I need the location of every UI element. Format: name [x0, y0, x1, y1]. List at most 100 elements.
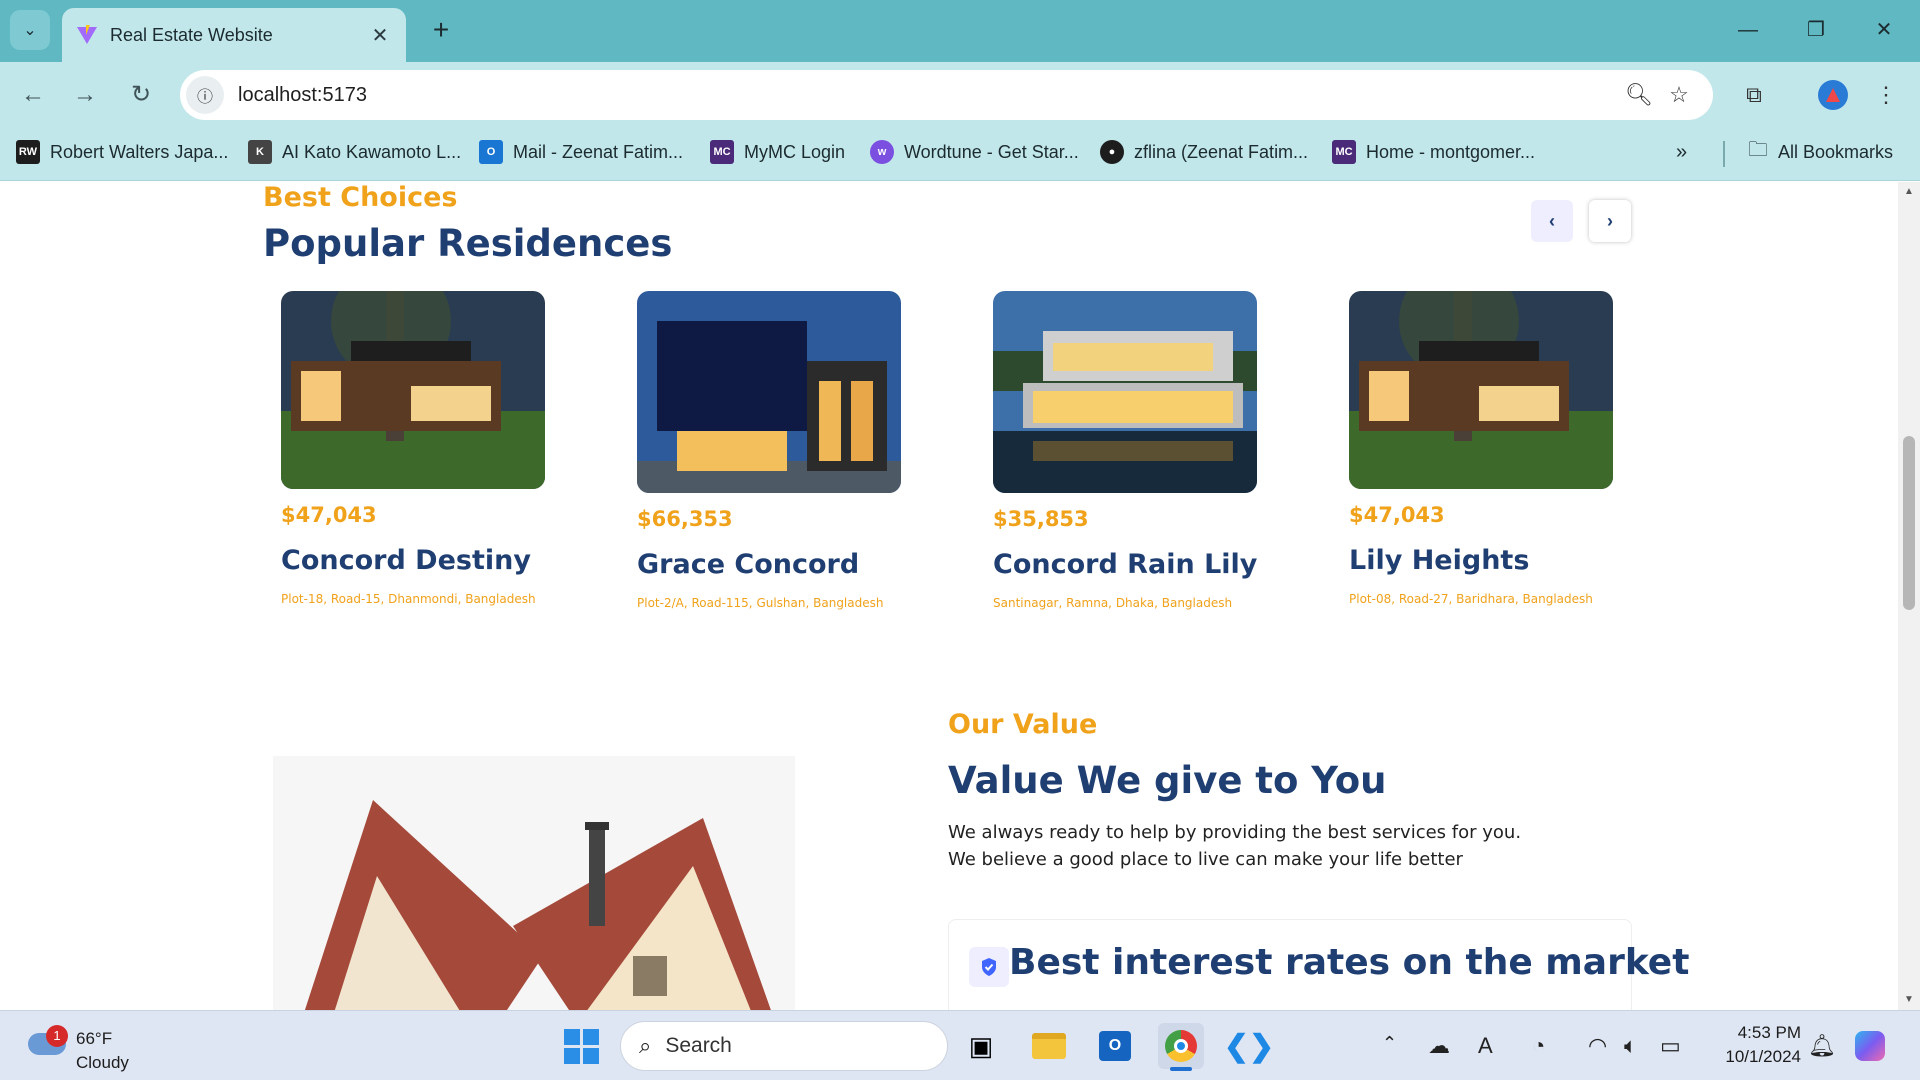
residence-price: $66,353 [637, 507, 733, 531]
bookmark-favicon-icon: MC [1332, 140, 1356, 164]
bookmark-item[interactable]: ● zflina (Zeenat Fatim... [1100, 137, 1308, 167]
bookmark-item[interactable]: O Mail - Zeenat Fatim... [479, 137, 683, 167]
bookmark-label: Robert Walters Japa... [50, 141, 229, 162]
residence-card[interactable]: $35,853 Concord Rain Lily Santinagar, Ra… [993, 291, 1257, 610]
menu-kebab-icon[interactable]: ⋮ [1866, 76, 1906, 114]
residence-price: $35,853 [993, 507, 1089, 531]
bookmark-star-icon[interactable]: ☆ [1659, 82, 1699, 108]
residence-card[interactable]: $66,353 Grace Concord Plot-2/A, Road-115… [637, 291, 901, 610]
active-app-indicator [1170, 1067, 1192, 1071]
volume-icon[interactable]: 🔈︎ [1624, 1033, 1637, 1059]
all-bookmarks-label: All Bookmarks [1778, 141, 1894, 162]
site-info-icon[interactable]: ⓘ [186, 76, 224, 114]
zoom-icon[interactable]: 🔍︎ [1619, 82, 1659, 108]
weather-widget[interactable]: 1 66°F Cloudy [22, 1019, 162, 1073]
profile-avatar[interactable] [1818, 80, 1848, 110]
task-view-icon[interactable]: ▣ [958, 1023, 1004, 1069]
reload-button[interactable]: ↻ [122, 76, 160, 114]
browser-toolbar: ← → ↻ ⓘ localhost:5173 🔍︎ ☆ ⧉ ⋮ [0, 62, 1920, 127]
bookmark-label: Mail - Zeenat Fatim... [513, 141, 684, 162]
chevron-up-icon[interactable]: ⌃ [1382, 1033, 1397, 1054]
wifi-icon[interactable]: ◠ [1588, 1033, 1607, 1059]
bookmark-item[interactable]: MC Home - montgomer... [1332, 137, 1535, 167]
address-bar[interactable]: ⓘ localhost:5173 🔍︎ ☆ [180, 70, 1713, 120]
residence-name: Grace Concord [637, 549, 860, 580]
bookmark-label: Home - montgomer... [1366, 141, 1536, 162]
residence-name: Concord Destiny [281, 545, 531, 576]
back-button[interactable]: ← [14, 76, 52, 114]
bookmark-item[interactable]: RW Robert Walters Japa... [16, 137, 228, 167]
slider-prev-button[interactable]: ‹ [1531, 200, 1573, 242]
more-bookmarks-icon[interactable]: » [1676, 137, 1687, 167]
tab-search-button[interactable]: ⌄ [10, 10, 50, 50]
browser-titlebar: ⌄ Real Estate Website ✕ + — ❐ ✕ [0, 0, 1920, 62]
bookmark-favicon-icon: O [479, 140, 503, 164]
notification-badge: 1 [46, 1025, 68, 1047]
scroll-up-icon[interactable]: ▲ [1898, 182, 1920, 202]
close-window-button[interactable]: ✕ [1862, 12, 1906, 48]
chevron-right-icon: › [1607, 210, 1613, 231]
bookmark-favicon-icon: RW [16, 140, 40, 164]
search-icon: ⌕ [639, 1033, 652, 1058]
file-explorer-icon[interactable] [1026, 1023, 1072, 1069]
residences-title: Popular Residences [263, 222, 673, 265]
residence-image [993, 291, 1257, 493]
value-house-image [273, 756, 795, 1010]
residences-tag: Best Choices [263, 182, 458, 213]
chrome-icon[interactable] [1158, 1023, 1204, 1069]
accordion-item[interactable]: Best interest rates on the market [948, 919, 1689, 1010]
all-bookmarks-button[interactable]: 🗀 All Bookmarks [1748, 137, 1893, 167]
copilot-icon[interactable] [1850, 1023, 1890, 1069]
residence-image [637, 291, 901, 493]
bookmark-favicon-icon: w [870, 140, 894, 164]
bookmark-item[interactable]: K AI Kato Kawamoto L... [248, 137, 461, 167]
residence-price: $47,043 [281, 503, 377, 527]
search-placeholder: Search [665, 1034, 732, 1057]
residence-address: Plot-18, Road-15, Dhanmondi, Bangladesh [281, 592, 536, 606]
taskbar-search[interactable]: ⌕ Search [620, 1021, 948, 1071]
browser-tab-active[interactable]: Real Estate Website ✕ [62, 8, 406, 62]
residence-address: Plot-2/A, Road-115, Gulshan, Bangladesh [637, 596, 884, 610]
start-button[interactable] [558, 1023, 604, 1069]
page-scrollbar[interactable]: ▲ ▼ [1898, 182, 1920, 1010]
chevron-down-icon: ⌄ [23, 22, 37, 39]
clock-time: 4:53 PM [1737, 1023, 1801, 1042]
residence-address: Plot-08, Road-27, Baridhara, Bangladesh [1349, 592, 1593, 606]
accordion-title: Best interest rates on the market [1009, 942, 1690, 983]
scrollbar-thumb[interactable] [1903, 436, 1915, 610]
residence-image [281, 291, 545, 489]
github-icon: ● [1100, 140, 1124, 164]
system-clock[interactable]: 4:53 PM 10/1/2024 [1705, 1021, 1801, 1069]
bookmark-item[interactable]: w Wordtune - Get Star... [870, 137, 1079, 167]
bookmark-favicon-icon: K [248, 140, 272, 164]
slider-next-button[interactable]: › [1589, 200, 1631, 242]
chevron-left-icon: ‹ [1549, 210, 1555, 231]
new-tab-button[interactable]: + [424, 14, 458, 48]
close-tab-icon[interactable]: ✕ [368, 23, 392, 48]
page-viewport: Best Choices Popular Residences ‹ › $47,… [0, 182, 1898, 1010]
url-text[interactable]: localhost:5173 [238, 84, 1619, 107]
residence-price: $47,043 [1349, 503, 1445, 527]
minimize-button[interactable]: — [1726, 12, 1770, 48]
outlook-icon[interactable]: O [1092, 1023, 1138, 1069]
weather-condition: Cloudy [76, 1053, 129, 1072]
onedrive-icon[interactable]: ☁ [1428, 1033, 1450, 1059]
value-desc-line: We believe a good place to live can make… [948, 849, 1463, 870]
value-tag: Our Value [948, 709, 1098, 740]
clock-app-icon[interactable]: ◔ [1532, 1033, 1545, 1059]
extensions-icon[interactable]: ⧉ [1734, 76, 1774, 114]
restore-button[interactable]: ❐ [1794, 12, 1838, 48]
residence-card[interactable]: $47,043 Lily Heights Plot-08, Road-27, B… [1349, 291, 1613, 606]
scroll-down-icon[interactable]: ▼ [1898, 990, 1920, 1010]
bookmark-item[interactable]: MC MyMC Login [710, 137, 845, 167]
residence-address: Santinagar, Ramna, Dhaka, Bangladesh [993, 596, 1233, 610]
battery-icon[interactable]: ▭ [1660, 1033, 1681, 1059]
vscode-icon[interactable]: ❮❯ [1224, 1023, 1274, 1069]
residence-card[interactable]: $47,043 Concord Destiny Plot-18, Road-15… [281, 291, 545, 606]
bookmark-label: zflina (Zeenat Fatim... [1134, 141, 1309, 162]
shield-icon [969, 947, 1009, 987]
forward-button[interactable]: → [66, 76, 104, 114]
notification-bell-icon[interactable]: 🔔︎ [1808, 1033, 1836, 1059]
residence-name: Concord Rain Lily [993, 549, 1258, 580]
font-icon[interactable]: A [1478, 1033, 1493, 1059]
